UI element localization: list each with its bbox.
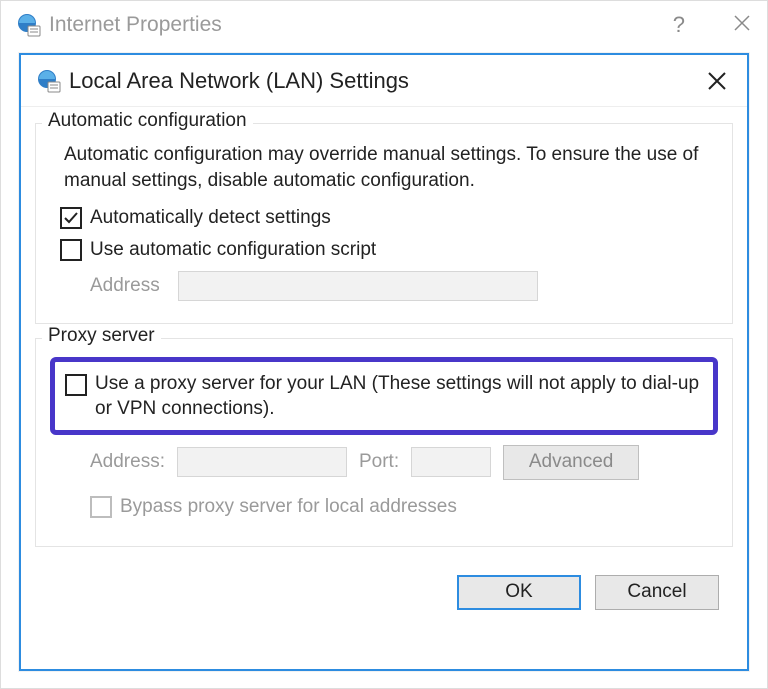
close-icon[interactable] xyxy=(703,67,731,95)
parent-title: Internet Properties xyxy=(49,13,222,37)
group-legend: Proxy server xyxy=(42,325,161,347)
internet-properties-window: Internet Properties ? Local Area Network… xyxy=(0,0,768,689)
use-script-label: Use automatic configuration script xyxy=(90,239,376,261)
dialog-title: Local Area Network (LAN) Settings xyxy=(69,68,409,94)
use-proxy-highlight: Use a proxy server for your LAN (These s… xyxy=(50,357,718,434)
script-address-label: Address xyxy=(90,275,160,297)
auto-detect-checkbox[interactable] xyxy=(60,207,82,229)
proxy-server-group: Proxy server Use a proxy server for your… xyxy=(35,338,733,546)
automatic-configuration-group: Automatic configuration Automatic config… xyxy=(35,123,733,324)
auto-detect-label: Automatically detect settings xyxy=(90,207,331,229)
close-icon[interactable] xyxy=(733,12,751,38)
proxy-address-input xyxy=(177,447,347,477)
bypass-checkbox xyxy=(90,496,112,518)
script-address-row: Address xyxy=(90,271,718,301)
lan-settings-dialog: Local Area Network (LAN) Settings Automa… xyxy=(19,53,749,671)
parent-window-controls: ? xyxy=(673,12,751,38)
use-proxy-label: Use a proxy server for your LAN (These s… xyxy=(95,372,701,421)
use-script-checkbox[interactable] xyxy=(60,239,82,261)
ok-button[interactable]: OK xyxy=(457,575,581,610)
proxy-address-label: Address: xyxy=(90,451,165,473)
internet-options-icon xyxy=(17,13,41,37)
dialog-button-row: OK Cancel xyxy=(35,561,733,610)
proxy-port-input xyxy=(411,447,491,477)
parent-titlebar: Internet Properties ? xyxy=(1,1,767,49)
bypass-label: Bypass proxy server for local addresses xyxy=(120,496,457,518)
advanced-button: Advanced xyxy=(503,445,639,480)
script-address-input xyxy=(178,271,538,301)
group-legend: Automatic configuration xyxy=(42,110,253,132)
autoconfig-note: Automatic configuration may override man… xyxy=(64,142,710,193)
dialog-titlebar: Local Area Network (LAN) Settings xyxy=(21,55,747,107)
use-proxy-row[interactable]: Use a proxy server for your LAN (These s… xyxy=(65,372,701,421)
use-proxy-checkbox[interactable] xyxy=(65,374,87,396)
proxy-address-row: Address: Port: Advanced xyxy=(90,445,718,480)
cancel-button[interactable]: Cancel xyxy=(595,575,719,610)
bypass-row: Bypass proxy server for local addresses xyxy=(90,496,718,518)
proxy-port-label: Port: xyxy=(359,451,399,473)
use-script-row[interactable]: Use automatic configuration script xyxy=(60,239,718,261)
auto-detect-row[interactable]: Automatically detect settings xyxy=(60,207,718,229)
checkmark-icon xyxy=(63,210,79,226)
internet-options-icon xyxy=(37,69,61,93)
help-icon[interactable]: ? xyxy=(673,12,685,38)
